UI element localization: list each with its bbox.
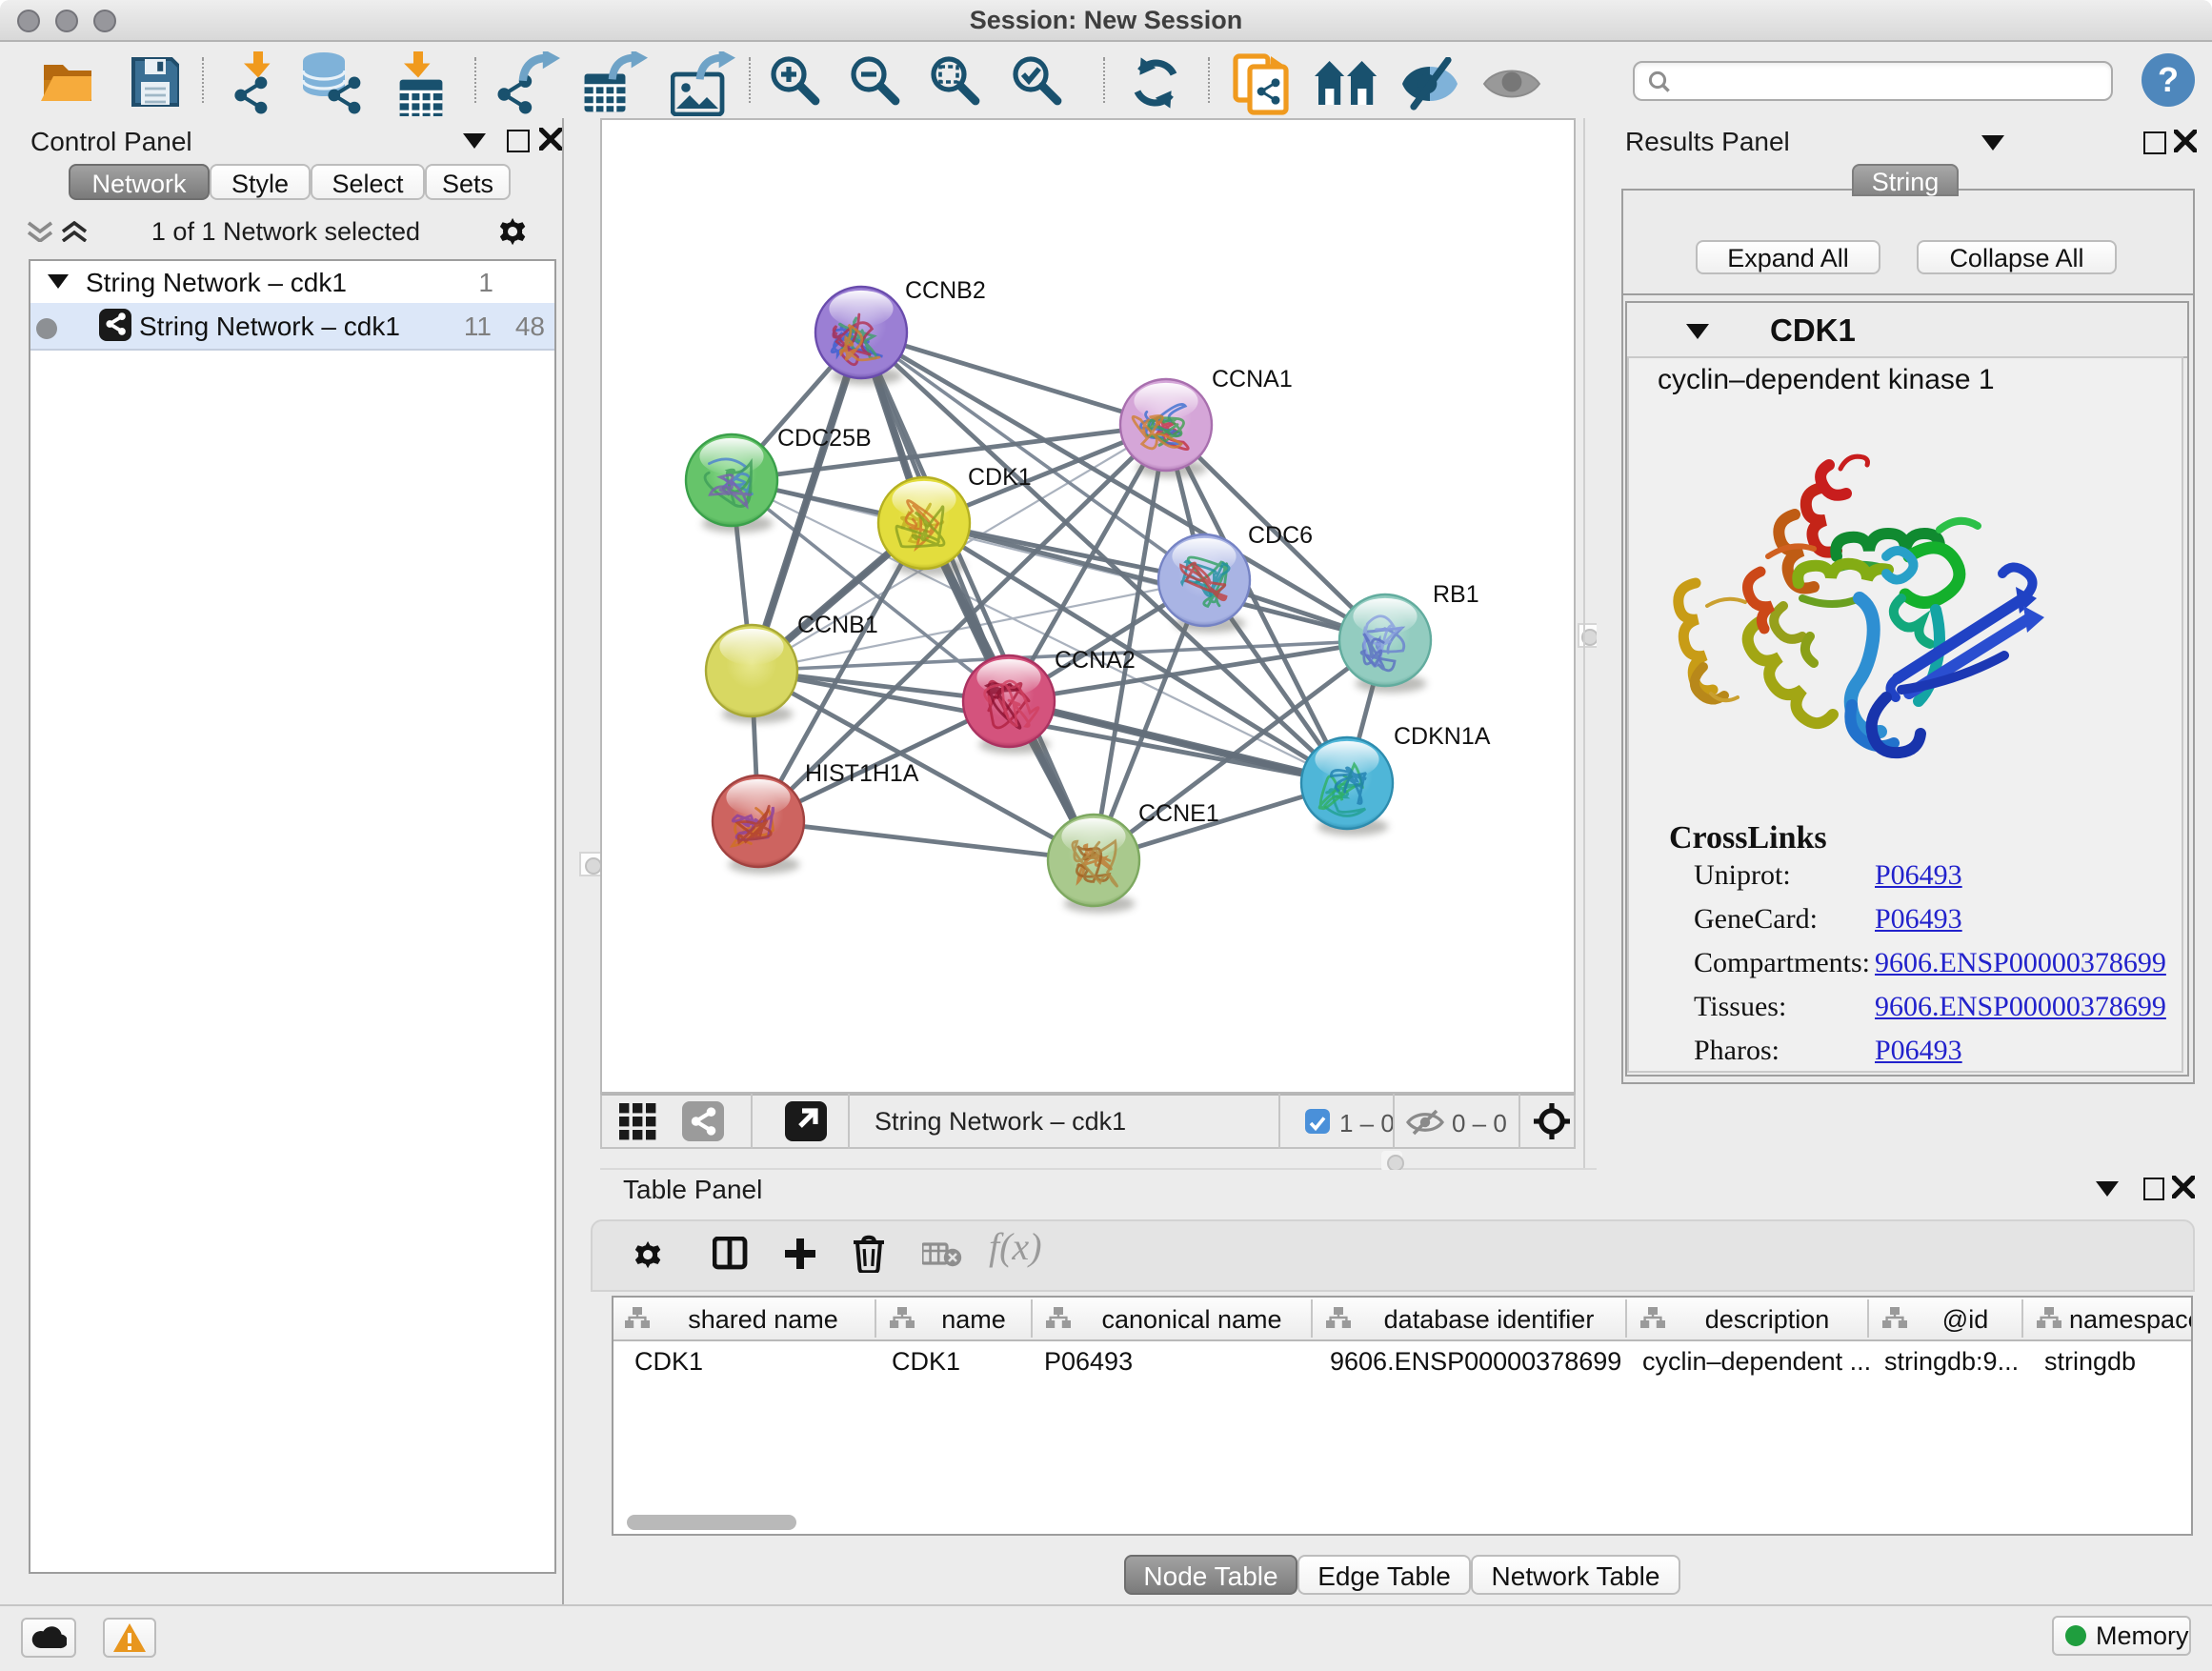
svg-text:CCNB1: CCNB1 [797,612,878,638]
svg-text:CCNB2: CCNB2 [905,277,986,304]
svg-text:CDC6: CDC6 [1248,522,1313,549]
svg-text:CDKN1A: CDKN1A [1394,723,1491,750]
svg-text:CDK1: CDK1 [968,464,1032,491]
svg-text:HIST1H1A: HIST1H1A [805,760,919,787]
svg-text:CCNA1: CCNA1 [1212,366,1293,393]
svg-text:CDC25B: CDC25B [777,425,872,452]
svg-text:?: ? [2158,60,2179,99]
svg-text:CCNE1: CCNE1 [1138,800,1219,827]
svg-text:RB1: RB1 [1433,581,1479,608]
svg-text:CCNA2: CCNA2 [1055,647,1136,674]
